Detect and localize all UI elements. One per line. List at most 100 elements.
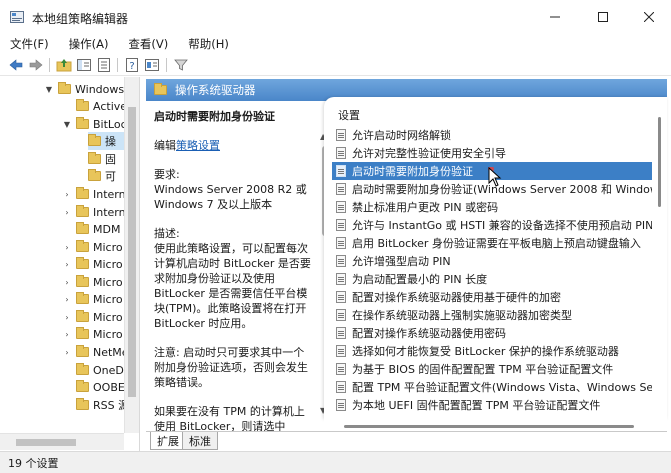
scroll-thumb[interactable]	[344, 425, 634, 428]
policy-setting-icon	[336, 201, 346, 213]
tree-item-micro-4[interactable]: › Micro	[62, 290, 123, 308]
scroll-thumb[interactable]	[658, 117, 661, 207]
folder-icon	[76, 380, 89, 392]
tab-standard[interactable]: 标准	[182, 432, 218, 450]
tree-vertical-scrollbar[interactable]	[124, 77, 139, 433]
setting-label: 启动时需要附加身份验证	[352, 165, 473, 178]
window-title: 本地组策略编辑器	[32, 12, 129, 26]
menu-action[interactable]: 操作(A)	[69, 36, 109, 52]
tree-item-fixed-drive[interactable]: 固	[88, 150, 116, 168]
maximize-button[interactable]	[580, 0, 626, 34]
filter-icon[interactable]	[173, 57, 189, 73]
setting-row[interactable]: 选择如何才能恢复受 BitLocker 保护的操作系统驱动器	[332, 342, 652, 360]
setting-row[interactable]: 允许增强型启动 PIN	[332, 252, 652, 270]
setting-row[interactable]: 禁止标准用户更改 PIN 或密码	[332, 198, 652, 216]
setting-row[interactable]: 为本地 UEFI 固件配置配置 TPM 平台验证配置文件	[332, 396, 652, 414]
tree-item-label: 操	[105, 135, 116, 148]
chevron-right-icon[interactable]: ›	[62, 348, 72, 357]
properties-icon[interactable]	[144, 57, 160, 73]
setting-label: 启用 BitLocker 身份验证需要在平板电脑上预启动键盘输入	[352, 237, 641, 250]
setting-label: 禁止标准用户更改 PIN 或密码	[352, 201, 499, 214]
chevron-right-icon[interactable]: ›	[62, 313, 72, 322]
tree-item-micro-3[interactable]: › Micro	[62, 273, 123, 291]
setting-row[interactable]: 为启动配置最小的 PIN 长度	[332, 270, 652, 288]
view-tabs: 扩展 标准	[146, 431, 667, 451]
minimize-icon	[550, 16, 560, 18]
chevron-right-icon[interactable]: ›	[62, 190, 72, 199]
setting-row[interactable]: 允许启动时网络解锁	[332, 126, 652, 144]
back-arrow-icon[interactable]	[8, 57, 24, 73]
setting-row[interactable]: 为基于 BIOS 的固件配置配置 TPM 平台验证配置文件	[332, 360, 652, 378]
setting-row[interactable]: 允许与 InstantGo 或 HSTI 兼容的设备选择不使用预启动 PIN	[332, 216, 652, 234]
setting-row[interactable]: 配置 TPM 平台验证配置文件(Windows Vista、Windows Se…	[332, 378, 652, 396]
setting-row[interactable]: 配置对操作系统驱动器使用基于硬件的加密	[332, 288, 652, 306]
description-text: 使用此策略设置，可以配置每次计算机启动时 BitLocker 是否要求附加身份验…	[154, 242, 311, 330]
folder-icon	[76, 240, 89, 252]
tree-horizontal-scrollbar[interactable]	[0, 433, 124, 450]
close-button[interactable]	[626, 0, 671, 34]
toolbar-separator	[117, 58, 118, 72]
folder-icon	[76, 205, 89, 217]
tree-item-mdm[interactable]: MDM	[62, 220, 120, 238]
chevron-right-icon[interactable]: ›	[62, 260, 72, 269]
tree-item-rss[interactable]: RSS 源	[62, 396, 129, 414]
tree-item-os-drive[interactable]: 操	[88, 132, 124, 150]
tree-item-netmeeting[interactable]: › NetMe	[62, 343, 129, 361]
tree-item-internet-2[interactable]: › Intern	[62, 203, 126, 221]
description-pane: 启动时需要附加身份验证 编辑策略设置 要求: Windows Server 20…	[146, 101, 320, 431]
chevron-right-icon[interactable]: ›	[62, 278, 72, 287]
setting-label: 允许增强型启动 PIN	[352, 255, 451, 268]
setting-row[interactable]: 启用 BitLocker 身份验证需要在平板电脑上预启动键盘输入	[332, 234, 652, 252]
tree-item-micro-6[interactable]: › Micro	[62, 325, 123, 343]
chevron-right-icon[interactable]: ›	[62, 330, 72, 339]
chevron-right-icon[interactable]: ›	[62, 243, 72, 252]
setting-row[interactable]: 配置对操作系统驱动器使用密码	[332, 324, 652, 342]
chevron-right-icon[interactable]: ›	[62, 208, 72, 217]
tree-item-bitlocker[interactable]: ▼ BitLoc	[62, 115, 127, 133]
menu-view[interactable]: 查看(V)	[128, 36, 168, 52]
tree-item-micro-1[interactable]: › Micro	[62, 238, 123, 256]
chevron-right-icon[interactable]: ›	[62, 295, 72, 304]
tree-item-label: OOBE	[93, 380, 125, 394]
tree-item-label: Micro	[93, 327, 123, 341]
scroll-thumb[interactable]	[128, 107, 136, 397]
tree-item-label: Micro	[93, 257, 123, 271]
setting-label: 配置 TPM 平台验证配置文件(Windows Vista、Windows Se…	[352, 381, 652, 394]
tab-extended[interactable]: 扩展	[150, 432, 186, 450]
minimize-button[interactable]	[532, 0, 578, 34]
list-column-header[interactable]: 设置	[338, 107, 360, 123]
tree-item-internet-1[interactable]: › Intern	[62, 185, 126, 203]
tree-item-windows[interactable]: ▼ Windows	[44, 80, 124, 98]
edit-policy-link[interactable]: 策略设置	[176, 139, 220, 152]
requirements-label: 要求:	[154, 168, 180, 181]
forward-arrow-icon[interactable]	[28, 57, 44, 73]
folder-icon	[76, 292, 89, 304]
toolbar-separator	[49, 58, 50, 72]
export-list-icon[interactable]	[96, 57, 112, 73]
tree-item-oobe[interactable]: OOBE	[62, 378, 125, 396]
menu-file[interactable]: 文件(F)	[10, 36, 49, 52]
show-hide-tree-icon[interactable]	[76, 57, 92, 73]
menu-bar: 文件(F) 操作(A) 查看(V) 帮助(H)	[0, 34, 671, 54]
tree-item-removable-drive[interactable]: 可	[88, 167, 116, 185]
chevron-down-icon[interactable]: ▼	[44, 85, 54, 94]
menu-help[interactable]: 帮助(H)	[188, 36, 229, 52]
setting-row[interactable]: 允许对完整性验证使用安全引导	[332, 144, 652, 162]
tree-item-micro-2[interactable]: › Micro	[62, 255, 123, 273]
tree-item-onedrive[interactable]: OneDr	[62, 361, 128, 379]
chevron-down-icon[interactable]: ▼	[62, 120, 72, 129]
folder-icon	[76, 275, 89, 287]
setting-row[interactable]: 在操作系统驱动器上强制实施驱动器加密类型	[332, 306, 652, 324]
tree-item-label: Micro	[93, 310, 123, 324]
folder-icon	[76, 398, 89, 410]
setting-label: 启动时需要附加身份验证(Windows Server 2008 和 Window…	[352, 183, 652, 196]
tree-item-micro-5[interactable]: › Micro	[62, 308, 123, 326]
policy-setting-icon	[336, 165, 346, 177]
up-folder-icon[interactable]	[56, 57, 72, 73]
settings-horizontal-scrollbar[interactable]	[324, 419, 667, 431]
folder-icon	[76, 99, 89, 111]
scroll-thumb[interactable]	[16, 439, 76, 446]
settings-vertical-scrollbar[interactable]	[653, 97, 665, 419]
tree-item-active[interactable]: Active	[62, 97, 127, 115]
help-icon[interactable]: ?	[124, 57, 140, 73]
